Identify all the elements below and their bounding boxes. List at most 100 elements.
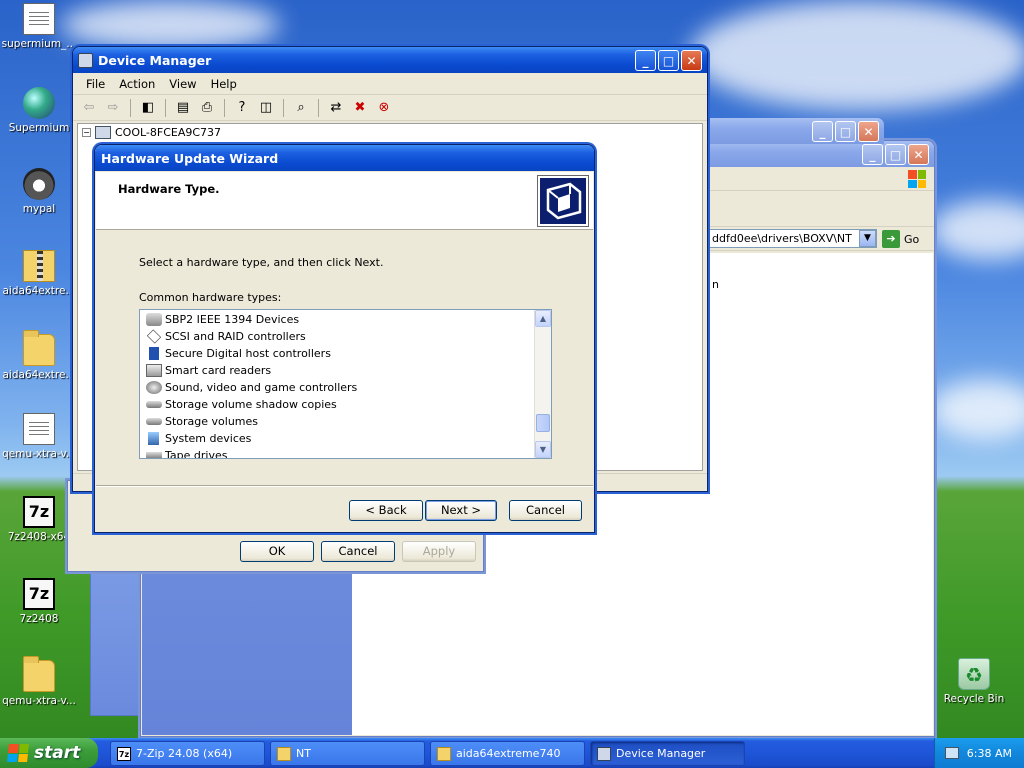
wizard-heading: Hardware Type. bbox=[118, 182, 220, 196]
desktop-icon-aida64-zip[interactable]: aida64extre... bbox=[0, 250, 78, 297]
taskbar-item-aida64[interactable]: aida64extreme740 bbox=[430, 741, 585, 766]
device-manager-titlebar[interactable]: Device Manager _ □ ✕ bbox=[73, 47, 707, 73]
scan-hardware-icon[interactable]: ⌕ bbox=[291, 99, 311, 117]
7zip-icon: 7z bbox=[23, 578, 55, 610]
system-devices-icon bbox=[148, 432, 159, 445]
list-item[interactable]: Secure Digital host controllers bbox=[140, 345, 534, 362]
1394-device-icon bbox=[146, 313, 162, 326]
maximize-button[interactable]: □ bbox=[658, 50, 679, 71]
sound-icon bbox=[146, 381, 162, 394]
disable-device-icon[interactable]: ✖ bbox=[350, 99, 370, 117]
window-title: Device Manager bbox=[98, 52, 212, 68]
cloud bbox=[690, 0, 1024, 110]
document-icon bbox=[23, 413, 55, 445]
print-icon[interactable]: ⎙ bbox=[197, 99, 217, 117]
wizard-title: Hardware Update Wizard bbox=[101, 150, 279, 166]
toolbar: ⇦ ⇨ ◧ ▤ ⎙ ? ◫ ⌕ ⇄ ✖ ⊗ bbox=[73, 95, 707, 121]
ok-button[interactable]: OK bbox=[240, 541, 314, 562]
hardware-wizard-icon bbox=[537, 175, 589, 227]
help-icon[interactable]: ? bbox=[232, 99, 252, 117]
7zip-icon: 7z bbox=[23, 496, 55, 528]
desktop-icon-aida64-folder[interactable]: aida64extre... bbox=[0, 330, 78, 381]
maximize-button[interactable]: □ bbox=[835, 121, 856, 142]
smart-card-icon bbox=[146, 364, 162, 377]
wizard-titlebar[interactable]: Hardware Update Wizard bbox=[95, 145, 594, 171]
folder-icon bbox=[23, 330, 55, 366]
desktop-icon-qemu-xtra-file[interactable]: qemu-xtra-v... bbox=[0, 413, 78, 460]
taskbar-item-7zip[interactable]: 7z 7-Zip 24.08 (x64) bbox=[110, 741, 265, 766]
desktop-icon-supermium-installer[interactable]: supermium_... bbox=[0, 3, 78, 50]
background-window-titlebar[interactable]: _ □ ✕ bbox=[708, 118, 884, 144]
installer-icon bbox=[23, 3, 55, 35]
view-icon[interactable]: ◫ bbox=[256, 99, 276, 117]
desktop-icon-recycle-bin[interactable]: Recycle Bin bbox=[935, 658, 1013, 705]
taskbar: start 7z 7-Zip 24.08 (x64) NT aida64extr… bbox=[0, 738, 1024, 768]
go-arrow-icon: ➔ bbox=[882, 230, 900, 248]
recycle-bin-icon bbox=[958, 658, 990, 690]
menu-help[interactable]: Help bbox=[204, 77, 244, 91]
taskbar-item-nt[interactable]: NT bbox=[270, 741, 425, 766]
back-arrow-icon[interactable]: ⇦ bbox=[79, 99, 99, 117]
scroll-thumb[interactable] bbox=[536, 414, 550, 432]
menu-action[interactable]: Action bbox=[112, 77, 162, 91]
system-tray: 6:38 AM bbox=[934, 738, 1024, 768]
7zip-icon: 7z bbox=[117, 746, 131, 761]
list-item[interactable]: SCSI and RAID controllers bbox=[140, 328, 534, 345]
cloud bbox=[930, 200, 1024, 260]
network-icon[interactable] bbox=[944, 747, 959, 759]
cancel-button[interactable]: Cancel bbox=[321, 541, 395, 562]
desktop-icon-supermium[interactable]: Supermium bbox=[0, 87, 78, 134]
start-button[interactable]: start bbox=[0, 738, 98, 768]
windows-logo-icon bbox=[7, 744, 29, 762]
scroll-down-arrow[interactable]: ▼ bbox=[535, 441, 551, 458]
update-driver-icon[interactable]: ⇄ bbox=[326, 99, 346, 117]
start-label: start bbox=[34, 743, 81, 763]
close-button[interactable]: ✕ bbox=[858, 121, 879, 142]
computer-icon bbox=[597, 746, 611, 761]
forward-arrow-icon[interactable]: ⇨ bbox=[103, 99, 123, 117]
hardware-types-label: Common hardware types: bbox=[139, 291, 282, 304]
wizard-instruction: Select a hardware type, and then click N… bbox=[139, 256, 384, 269]
properties-icon[interactable]: ▤ bbox=[173, 99, 193, 117]
maximize-button[interactable]: □ bbox=[885, 144, 906, 165]
minimize-button[interactable]: _ bbox=[635, 50, 656, 71]
clock[interactable]: 6:38 AM bbox=[967, 747, 1012, 760]
hardware-types-list[interactable]: SBP2 IEEE 1394 Devices SCSI and RAID con… bbox=[139, 309, 552, 459]
desktop-icon-qemu-xtra-folder[interactable]: qemu-xtra-v... bbox=[0, 656, 78, 707]
minimize-button[interactable]: _ bbox=[812, 121, 833, 142]
tape-drive-icon bbox=[146, 452, 162, 458]
hardware-update-wizard[interactable]: Hardware Update Wizard Hardware Type. Se… bbox=[94, 144, 595, 533]
scroll-up-arrow[interactable]: ▲ bbox=[535, 310, 551, 327]
storage-volume-icon bbox=[146, 418, 162, 425]
close-button[interactable]: ✕ bbox=[908, 144, 929, 165]
close-button[interactable]: ✕ bbox=[681, 50, 702, 71]
list-scrollbar[interactable]: ▲ ▼ bbox=[534, 310, 551, 458]
folder-icon bbox=[437, 746, 451, 761]
list-item[interactable]: Tape drives bbox=[140, 447, 534, 458]
show-hide-tree-icon[interactable]: ◧ bbox=[138, 99, 158, 117]
back-button[interactable]: < Back bbox=[349, 500, 423, 521]
tree-root[interactable]: − COOL-8FCEA9C737 bbox=[82, 126, 221, 139]
next-button[interactable]: Next > bbox=[425, 500, 497, 521]
computer-icon bbox=[95, 126, 111, 139]
taskbar-item-device-manager[interactable]: Device Manager bbox=[590, 741, 745, 766]
list-item[interactable]: Smart card readers bbox=[140, 362, 534, 379]
cancel-button[interactable]: Cancel bbox=[509, 500, 582, 521]
sd-host-icon bbox=[149, 347, 159, 360]
list-item[interactable]: SBP2 IEEE 1394 Devices bbox=[140, 311, 534, 328]
menu-view[interactable]: View bbox=[162, 77, 203, 91]
uninstall-device-icon[interactable]: ⊗ bbox=[374, 99, 394, 117]
list-item[interactable]: Sound, video and game controllers bbox=[140, 379, 534, 396]
list-item[interactable]: System devices bbox=[140, 430, 534, 447]
list-item[interactable]: Storage volume shadow copies bbox=[140, 396, 534, 413]
apply-button[interactable]: Apply bbox=[402, 541, 476, 562]
list-item[interactable]: Storage volumes bbox=[140, 413, 534, 430]
desktop-icon-mypal[interactable]: mypal bbox=[0, 168, 78, 215]
menu-file[interactable]: File bbox=[79, 77, 112, 91]
folder-icon bbox=[23, 656, 55, 692]
windows-logo-icon bbox=[908, 170, 926, 188]
go-button[interactable]: ➔ Go bbox=[882, 229, 919, 249]
browser-icon bbox=[23, 87, 55, 119]
collapse-icon[interactable]: − bbox=[82, 128, 91, 137]
desktop-icon-7z2408[interactable]: 7z 7z2408 bbox=[0, 578, 78, 625]
